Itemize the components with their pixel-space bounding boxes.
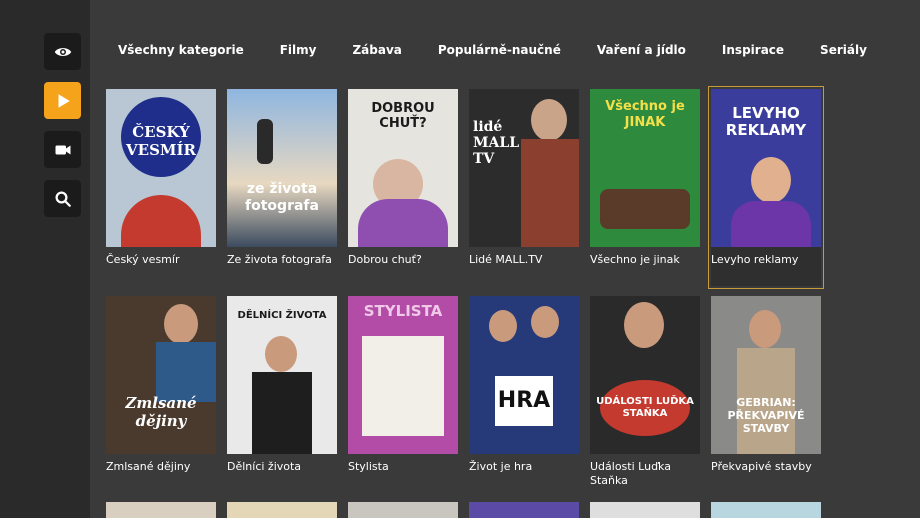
poster-text: Všechno je JINAK (605, 99, 685, 130)
poster-text: UDÁLOSTI LUĎKA STAŇKA (596, 396, 694, 419)
card-title: Lidé MALL.TV (469, 253, 543, 266)
tab-popular-science[interactable]: Populárně-naučné (438, 43, 561, 61)
tab-entertainment[interactable]: Zábava (352, 43, 401, 61)
poster-text: STYLISTA (363, 302, 443, 320)
poster-text: ze života fotografa (245, 181, 319, 214)
show-card[interactable]: GEBRIAN: PŘEKVAPIVÉ STAVBY Překvapivé st… (711, 296, 821, 474)
poster-image: GEBRIAN: PŘEKVAPIVÉ STAVBY (711, 296, 821, 454)
sidebar-item-eye[interactable] (44, 33, 81, 70)
card-title: Dobrou chuť? (348, 253, 422, 266)
show-card-focused[interactable]: LEVYHO REKLAMY Levyho reklamy (708, 86, 824, 289)
poster-image: UDÁLOSTI LUĎKA STAŇKA (590, 296, 700, 454)
tab-series[interactable]: Seriály (820, 43, 867, 61)
poster-peek (106, 502, 216, 518)
show-card[interactable]: ČESKÝ VESMÍR Český vesmír (106, 89, 216, 267)
card-title: Události Luďka Staňka (590, 460, 671, 487)
sidebar-item-search[interactable] (44, 180, 81, 217)
poster-text: DOBROU CHUŤ? (371, 101, 435, 131)
poster-peek (469, 502, 579, 518)
card-title: Ze života fotografa (227, 253, 332, 266)
poster-image: lidé MALL TV (469, 89, 579, 247)
card-title: Český vesmír (106, 253, 180, 266)
sidebar-item-video[interactable] (44, 131, 81, 168)
poster-text: Zmlsané dějiny (125, 394, 197, 430)
poster-text: ČESKÝ VESMÍR (126, 123, 196, 159)
poster-peek (348, 502, 458, 518)
poster-image: DOBROU CHUŤ? (348, 89, 458, 247)
poster-image: Všechno je JINAK (590, 89, 700, 247)
main-content: Všechny kategorie Filmy Zábava Populárně… (90, 0, 920, 518)
search-icon (55, 191, 71, 207)
show-card[interactable]: STYLISTA Stylista (348, 296, 458, 474)
poster-text: LEVYHO REKLAMY (725, 104, 807, 139)
show-card[interactable]: Všechno je JINAK Všechno je jinak (590, 89, 700, 267)
card-title: Levyho reklamy (711, 253, 799, 266)
video-camera-icon (55, 145, 70, 154)
sidebar (0, 0, 90, 518)
poster-image: ze života fotografa (227, 89, 337, 247)
poster-text: DĚLNÍCI ŽIVOTA (237, 310, 327, 321)
poster-peek (227, 502, 337, 518)
poster-image: HRA (469, 296, 579, 454)
tab-all-categories[interactable]: Všechny kategorie (118, 43, 244, 61)
eye-icon (54, 47, 71, 56)
show-card[interactable]: DOBROU CHUŤ? Dobrou chuť? (348, 89, 458, 267)
card-title: Dělníci života (227, 460, 302, 473)
tab-movies[interactable]: Filmy (280, 43, 317, 61)
poster-text: GEBRIAN: PŘEKVAPIVÉ STAVBY (727, 396, 805, 435)
tab-cooking[interactable]: Vaření a jídlo (597, 43, 686, 61)
poster-image: DĚLNÍCI ŽIVOTA (227, 296, 337, 454)
show-card[interactable]: DĚLNÍCI ŽIVOTA Dělníci života (227, 296, 337, 474)
category-tabs: Všechny kategorie Filmy Zábava Populárně… (118, 43, 903, 61)
card-title: Stylista (348, 460, 389, 473)
poster-image: ČESKÝ VESMÍR (106, 89, 216, 247)
tab-inspiration[interactable]: Inspirace (722, 43, 784, 61)
show-card[interactable]: lidé MALL TV Lidé MALL.TV (469, 89, 579, 267)
poster-peek (711, 502, 821, 518)
card-title: Zmlsané dějiny (106, 460, 191, 473)
card-title: Život je hra (469, 460, 533, 473)
poster-image: Zmlsané dějiny (106, 296, 216, 454)
sidebar-item-play[interactable] (44, 82, 81, 119)
poster-image: LEVYHO REKLAMY (711, 89, 821, 247)
card-title: Všechno je jinak (590, 253, 680, 266)
poster-image: STYLISTA (348, 296, 458, 454)
poster-peek (590, 502, 700, 518)
poster-text: HRA (497, 388, 551, 413)
show-card[interactable]: ze života fotografa Ze života fotografa (227, 89, 337, 267)
card-title: Překvapivé stavby (711, 460, 812, 473)
show-card[interactable]: HRA Život je hra (469, 296, 579, 474)
show-card[interactable]: Zmlsané dějiny Zmlsané dějiny (106, 296, 216, 474)
show-card[interactable]: UDÁLOSTI LUĎKA STAŇKA Události Luďka Sta… (590, 296, 700, 488)
play-icon (58, 93, 70, 108)
poster-text: lidé MALL TV (473, 119, 520, 167)
